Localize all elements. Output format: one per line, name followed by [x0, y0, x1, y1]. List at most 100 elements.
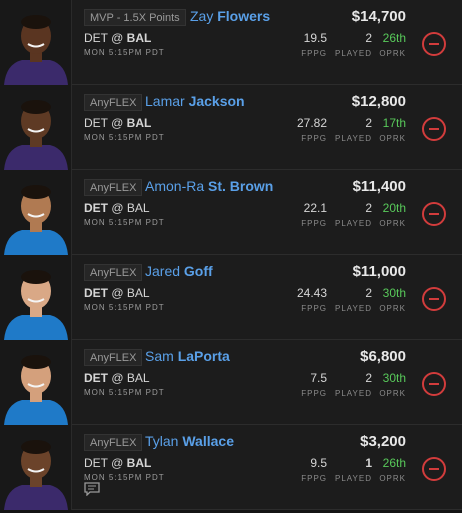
played-label: PLAYED [335, 474, 372, 483]
remove-player-button[interactable] [422, 117, 446, 141]
roster-slot-badge: AnyFLEX [84, 264, 143, 281]
game-at: @ [111, 286, 124, 300]
player-row[interactable]: AnyFLEX Lamar Jackson $12,800 DET @ BAL … [0, 85, 462, 170]
game-matchup: DET @ BAL [84, 201, 150, 215]
player-headshot [0, 0, 72, 85]
remove-player-button[interactable] [422, 202, 446, 226]
player-last-name: LaPorta [177, 348, 230, 364]
game-time: MON 5:15PM PDT [84, 303, 165, 312]
fppg-label: FPPG [301, 389, 327, 398]
roster-slot-badge: AnyFLEX [84, 349, 143, 366]
oprk-label: OPRK [379, 134, 406, 143]
oprk-value: 30th [382, 371, 406, 385]
played-label: PLAYED [335, 219, 372, 228]
player-headshot [0, 340, 72, 425]
played-label: PLAYED [335, 134, 372, 143]
player-first-name: Tylan [145, 433, 179, 449]
player-last-name: Goff [183, 263, 213, 279]
oprk-value: 20th [382, 201, 406, 215]
fppg-label: FPPG [301, 134, 327, 143]
player-salary: $3,200 [360, 433, 406, 450]
player-salary: $6,800 [360, 348, 406, 365]
remove-player-button[interactable] [422, 457, 446, 481]
oprk-label: OPRK [379, 49, 406, 58]
home-team: BAL [126, 456, 152, 470]
player-name[interactable]: Jared Goff [145, 263, 213, 279]
away-team: DET [84, 116, 108, 130]
played-value: 2 [365, 286, 372, 300]
away-team: DET [84, 201, 108, 215]
player-note-icon[interactable] [84, 482, 100, 497]
game-at: @ [111, 456, 124, 470]
home-team: BAL [126, 371, 150, 385]
game-matchup: DET @ BAL [84, 456, 151, 470]
remove-player-button[interactable] [422, 32, 446, 56]
game-time: MON 5:15PM PDT [84, 218, 165, 227]
game-at: @ [111, 371, 124, 385]
player-last-name: Jackson [188, 93, 245, 109]
oprk-value: 26th [382, 456, 406, 470]
game-at: @ [111, 31, 124, 45]
fppg-value: 19.5 [303, 31, 327, 45]
played-value: 2 [365, 116, 372, 130]
player-row[interactable]: MVP - 1.5X Points Zay Flowers $14,700 DE… [0, 0, 462, 85]
roster-slot-badge: AnyFLEX [84, 434, 143, 451]
player-headshot [0, 255, 72, 340]
player-row[interactable]: AnyFLEX Tylan Wallace $3,200 DET @ BAL M… [0, 425, 462, 510]
game-time: MON 5:15PM PDT [84, 473, 165, 482]
player-last-name: St. Brown [208, 178, 274, 194]
player-first-name: Lamar [145, 93, 185, 109]
player-name[interactable]: Sam LaPorta [145, 348, 230, 364]
player-name[interactable]: Lamar Jackson [145, 93, 245, 109]
player-name[interactable]: Zay Flowers [190, 8, 270, 24]
fppg-value: 24.43 [296, 286, 327, 300]
game-time: MON 5:15PM PDT [84, 133, 165, 142]
player-salary: $11,400 [352, 178, 406, 195]
player-headshot [0, 170, 72, 255]
game-matchup: DET @ BAL [84, 286, 150, 300]
player-last-name: Wallace [182, 433, 234, 449]
remove-player-button[interactable] [422, 287, 446, 311]
played-label: PLAYED [335, 389, 372, 398]
played-value: 2 [365, 31, 372, 45]
home-team: BAL [126, 116, 152, 130]
game-matchup: DET @ BAL [84, 116, 151, 130]
remove-player-button[interactable] [422, 372, 446, 396]
oprk-value: 26th [382, 31, 406, 45]
player-headshot [0, 425, 72, 510]
oprk-label: OPRK [379, 219, 406, 228]
fppg-label: FPPG [301, 474, 327, 483]
fppg-label: FPPG [301, 304, 327, 313]
away-team: DET [84, 456, 108, 470]
oprk-value: 17th [382, 116, 406, 130]
game-time: MON 5:15PM PDT [84, 388, 165, 397]
player-row[interactable]: AnyFLEX Amon-Ra St. Brown $11,400 DET @ … [0, 170, 462, 255]
played-value: 1 [365, 456, 372, 470]
oprk-label: OPRK [379, 474, 406, 483]
played-label: PLAYED [335, 304, 372, 313]
played-label: PLAYED [335, 49, 372, 58]
game-time: MON 5:15PM PDT [84, 48, 165, 57]
roster-slot-badge: AnyFLEX [84, 179, 143, 196]
home-team: BAL [126, 31, 152, 45]
game-at: @ [111, 201, 124, 215]
roster-slot-badge: MVP - 1.5X Points [84, 9, 186, 26]
player-last-name: Flowers [217, 8, 271, 24]
player-name[interactable]: Tylan Wallace [145, 433, 234, 449]
played-value: 2 [365, 201, 372, 215]
fppg-value: 9.5 [310, 456, 327, 470]
fppg-value: 7.5 [310, 371, 327, 385]
game-matchup: DET @ BAL [84, 371, 150, 385]
player-first-name: Sam [145, 348, 174, 364]
player-row[interactable]: AnyFLEX Jared Goff $11,000 DET @ BAL MON… [0, 255, 462, 340]
home-team: BAL [126, 201, 150, 215]
away-team: DET [84, 371, 108, 385]
fppg-label: FPPG [301, 219, 327, 228]
fppg-value: 22.1 [303, 201, 327, 215]
oprk-label: OPRK [379, 389, 406, 398]
player-first-name: Amon-Ra [145, 178, 205, 194]
player-row[interactable]: AnyFLEX Sam LaPorta $6,800 DET @ BAL MON… [0, 340, 462, 425]
player-name[interactable]: Amon-Ra St. Brown [145, 178, 273, 194]
fppg-label: FPPG [301, 49, 327, 58]
oprk-value: 30th [382, 286, 406, 300]
